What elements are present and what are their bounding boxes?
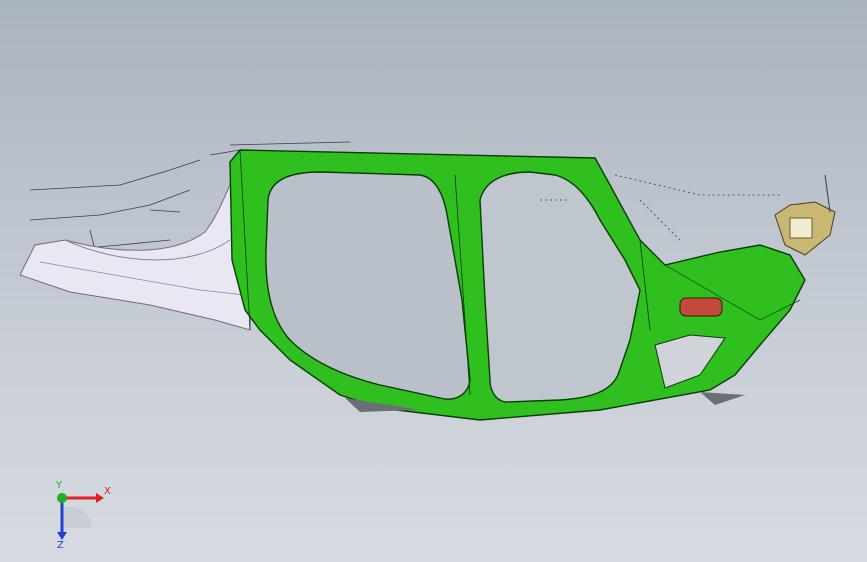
- z-axis-label: Z: [57, 540, 64, 548]
- rear-fender-surface: [19, 164, 256, 331]
- cad-3d-viewport[interactable]: X Y Z: [0, 0, 867, 562]
- body-side-green: [229, 149, 806, 421]
- front-bracket: [774, 174, 836, 256]
- fuel-door: [679, 297, 723, 317]
- axis-triad: X Y Z: [55, 480, 111, 548]
- y-axis-label: Y: [55, 480, 63, 491]
- y-axis-dot: [57, 493, 67, 503]
- body-side-panel-model[interactable]: [0, 0, 867, 562]
- x-axis-label: X: [104, 486, 111, 497]
